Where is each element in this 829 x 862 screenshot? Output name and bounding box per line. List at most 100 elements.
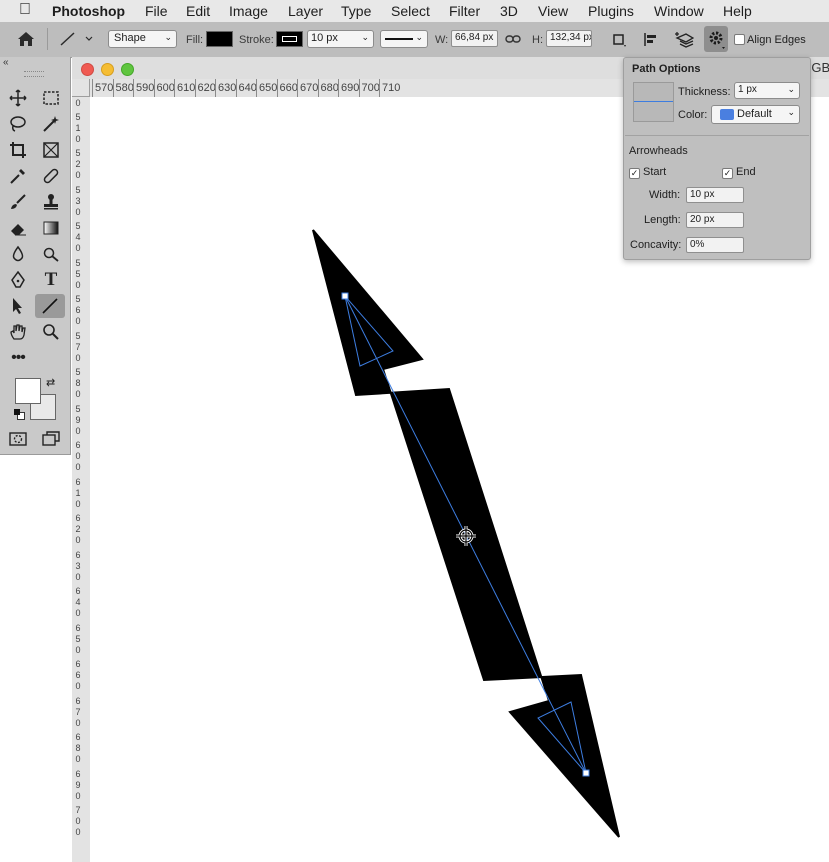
frame-tool-icon[interactable] (40, 139, 62, 161)
brush-tool-icon[interactable] (7, 191, 29, 213)
ruler-label: 5 (75, 184, 81, 195)
thickness-value: 1 px (738, 84, 757, 95)
menu-window[interactable]: Window (654, 3, 704, 19)
chevron-down-icon: ⌄ (787, 84, 795, 94)
menu-file[interactable]: File (145, 3, 168, 19)
concavity-field[interactable]: 0% (686, 237, 744, 253)
menu-view[interactable]: View (538, 3, 568, 19)
divider (47, 28, 48, 50)
collapse-panel-icon[interactable]: « (3, 57, 9, 68)
ruler-label: 5 (75, 257, 81, 268)
stroke-type-select[interactable]: ⌄ (380, 30, 428, 48)
swap-colors-icon[interactable]: ⇄ (46, 376, 55, 389)
ruler-origin[interactable] (72, 79, 90, 97)
color-select[interactable]: Default ⌄ (711, 105, 800, 124)
gradient-tool-icon[interactable] (40, 217, 62, 239)
ruler-label: 690 (341, 82, 360, 94)
close-window-button[interactable] (81, 63, 94, 76)
menu-bar:  Photoshop File Edit Image Layer Type S… (0, 0, 829, 22)
ruler-tick (92, 79, 93, 97)
start-checkbox[interactable]: ✓ (629, 168, 640, 179)
menu-type[interactable]: Type (341, 3, 371, 19)
ruler-label: 1 (75, 122, 81, 133)
blur-tool-icon[interactable] (7, 243, 29, 265)
foreground-color-swatch[interactable] (15, 378, 41, 404)
ruler-label: 6 (75, 622, 81, 633)
arrow-length-field[interactable]: 20 px (686, 212, 744, 228)
menu-layer[interactable]: Layer (288, 3, 323, 19)
ruler-label: 0 (75, 571, 81, 582)
zoom-tool-icon[interactable] (40, 321, 62, 343)
ruler-label: 6 (75, 659, 81, 669)
pen-tool-icon[interactable] (7, 269, 29, 291)
arrow-width-field[interactable]: 10 px (686, 187, 744, 203)
type-tool-icon[interactable]: T (40, 269, 62, 291)
ruler-tick (215, 79, 216, 97)
eyedropper-tool-icon[interactable] (7, 165, 29, 187)
dodge-tool-icon[interactable] (40, 243, 62, 265)
lasso-tool-icon[interactable] (7, 113, 29, 135)
path-operations-icon[interactable] (611, 32, 627, 48)
line-tool-preset-picker[interactable] (57, 30, 97, 48)
menu-select[interactable]: Select (391, 3, 430, 19)
path-options-gear-button[interactable] (704, 26, 728, 52)
stroke-width-select[interactable]: 10 px ⌄ (307, 30, 374, 48)
end-label: End (736, 166, 756, 178)
ruler-label: 650 (259, 82, 278, 94)
ruler-label: 5 (75, 367, 81, 377)
ruler-label: 640 (238, 82, 257, 94)
apple-menu-icon[interactable]:  (19, 1, 31, 19)
screen-mode-icon[interactable] (40, 428, 62, 450)
ruler-label: 0 (75, 681, 81, 691)
default-colors-icon[interactable] (14, 409, 25, 420)
concavity-label: Concavity: (630, 239, 682, 251)
crop-tool-icon[interactable] (7, 139, 29, 161)
anchor-point-start (341, 292, 349, 300)
path-alignment-icon[interactable] (643, 31, 661, 49)
vertical-ruler[interactable]: 0510520530540550560570580590600610620630… (72, 97, 91, 862)
ruler-label: 0 (75, 133, 81, 144)
ruler-label: 8 (75, 378, 81, 388)
hand-tool-icon[interactable] (7, 321, 29, 343)
ruler-tick (297, 79, 298, 97)
stroke-swatch[interactable] (276, 31, 303, 47)
width-field[interactable]: 66,84 px (451, 30, 498, 47)
fill-swatch[interactable] (206, 31, 233, 47)
menu-help[interactable]: Help (723, 3, 752, 19)
healing-brush-tool-icon[interactable] (40, 165, 62, 187)
move-tool-icon[interactable] (7, 87, 29, 109)
home-icon[interactable] (16, 30, 36, 48)
zoom-window-button[interactable] (121, 63, 134, 76)
app-menu-photoshop[interactable]: Photoshop (52, 3, 125, 19)
panel-grip[interactable] (24, 71, 44, 77)
end-checkbox[interactable]: ✓ (722, 168, 733, 179)
ruler-label: 630 (218, 82, 237, 94)
quick-mask-icon[interactable] (7, 428, 29, 450)
thickness-select[interactable]: 1 px ⌄ (734, 82, 800, 99)
menu-3d[interactable]: 3D (500, 3, 518, 19)
menu-edit[interactable]: Edit (186, 3, 210, 19)
ruler-label: 0 (75, 790, 81, 801)
align-edges-checkbox[interactable] (734, 34, 745, 45)
tool-mode-select[interactable]: Shape ⌄ (108, 30, 177, 48)
menu-filter[interactable]: Filter (449, 3, 480, 19)
menu-image[interactable]: Image (229, 3, 268, 19)
ruler-label: 0 (75, 535, 81, 545)
line-tool-icon[interactable] (35, 294, 65, 318)
link-icon[interactable] (505, 31, 521, 47)
ruler-label: 6 (75, 670, 81, 680)
ruler-label: 7 (75, 341, 81, 352)
path-selection-tool-icon[interactable] (7, 295, 29, 317)
path-options-title: Path Options (632, 63, 701, 75)
height-field[interactable]: 132,34 px (546, 30, 592, 47)
stamp-tool-icon[interactable] (40, 191, 62, 213)
menu-plugins[interactable]: Plugins (588, 3, 634, 19)
marquee-tool-icon[interactable] (40, 87, 62, 109)
more-tools-icon[interactable]: ••• (7, 347, 29, 369)
ruler-label: 5 (75, 403, 81, 414)
minimize-window-button[interactable] (101, 63, 114, 76)
path-arrangement-icon[interactable] (674, 30, 695, 50)
gear-icon (709, 31, 725, 49)
eraser-tool-icon[interactable] (7, 217, 29, 239)
magic-wand-tool-icon[interactable] (40, 113, 62, 135)
